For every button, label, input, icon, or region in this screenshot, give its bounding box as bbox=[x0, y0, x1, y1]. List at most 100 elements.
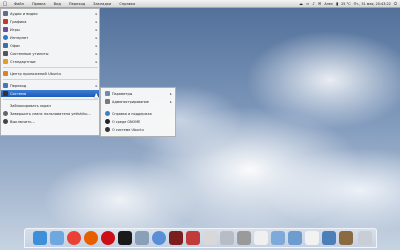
administration-icon bbox=[105, 99, 110, 104]
preview-icon[interactable] bbox=[203, 231, 217, 245]
menu-item-shutdown[interactable]: Выключить... bbox=[1, 118, 99, 125]
chevron-right-icon: ▸ bbox=[95, 83, 98, 88]
terminal-icon[interactable] bbox=[118, 231, 132, 245]
chevron-right-icon: ▸ bbox=[95, 59, 98, 64]
cloud-icon[interactable]: ☁ bbox=[299, 1, 303, 6]
menu-item-accessories[interactable]: Стандартные ▸ bbox=[1, 58, 99, 65]
submenu-item-about-ubuntu[interactable]: О системе Ubuntu bbox=[101, 126, 175, 133]
submenu-item-preferences[interactable]: Параметры ▸ bbox=[101, 90, 175, 97]
menu-bookmarks[interactable]: Закладки bbox=[89, 2, 115, 6]
submenu-item-help[interactable]: Справка и поддержка bbox=[101, 110, 175, 117]
preferences-icon bbox=[105, 91, 110, 96]
shutdown-icon bbox=[3, 119, 8, 124]
games-icon bbox=[3, 27, 8, 32]
accessories-icon bbox=[3, 59, 8, 64]
dictionary-icon[interactable] bbox=[169, 231, 183, 245]
chevron-right-icon: ▸ bbox=[95, 51, 98, 56]
menu-item-internet[interactable]: Интернет ▸ bbox=[1, 34, 99, 41]
calculator-icon[interactable] bbox=[237, 231, 251, 245]
text-editor-icon[interactable] bbox=[254, 231, 268, 245]
weather-status[interactable]: 25 °C bbox=[341, 2, 350, 6]
finder-icon[interactable] bbox=[33, 231, 47, 245]
system-icon bbox=[3, 91, 8, 96]
user-name[interactable]: Алек bbox=[324, 2, 333, 6]
clock[interactable]: Пт., 31 мая, 20:43:22 bbox=[354, 2, 391, 6]
volume-icon[interactable]: ♪ bbox=[312, 1, 315, 6]
scanner-icon[interactable] bbox=[220, 231, 234, 245]
pen-icon[interactable] bbox=[322, 231, 336, 245]
ubuntu-software-center-icon bbox=[3, 71, 8, 76]
dock bbox=[24, 228, 377, 248]
menu-item-label: Игры bbox=[10, 27, 20, 32]
menu-item-label: Аудио и видео bbox=[10, 11, 38, 16]
chevron-right-icon: ▸ bbox=[170, 99, 172, 104]
firefox-icon[interactable] bbox=[84, 231, 98, 245]
power-icon[interactable]: ⏻ bbox=[394, 1, 397, 6]
internet-icon bbox=[3, 35, 8, 40]
menu-item-label: Стандартные bbox=[10, 59, 36, 64]
menu-separator bbox=[3, 79, 98, 80]
app-store-icon[interactable] bbox=[50, 231, 64, 245]
submenu-item-administration[interactable]: Администрирование ▸ bbox=[101, 98, 175, 105]
submenu-item-label: О системе Ubuntu bbox=[112, 127, 144, 132]
audio-video-icon bbox=[3, 11, 8, 16]
menu-item-office[interactable]: Офис ▸ bbox=[1, 42, 99, 49]
gimp-icon[interactable] bbox=[339, 231, 353, 245]
menu-item-label: Интернет bbox=[10, 35, 29, 40]
logout-icon bbox=[3, 111, 8, 116]
menu-separator bbox=[3, 99, 98, 100]
menu-item-label: Завершить сеанс пользователя yetishiku..… bbox=[10, 111, 91, 116]
submenu-item-label: Справка и поддержка bbox=[112, 111, 152, 116]
menu-item-label: Центр приложений Ubuntu bbox=[10, 71, 62, 76]
menu-item-label: Заблокировать экран bbox=[10, 103, 51, 108]
menu-item-label: Офис bbox=[10, 43, 21, 48]
mouse-pointer: ▲ bbox=[94, 92, 99, 99]
menu-item-graphics[interactable]: Графика ▸ bbox=[1, 18, 99, 25]
lock-screen-icon bbox=[3, 103, 8, 108]
menu-item-lock-screen[interactable]: Заблокировать экран bbox=[1, 102, 99, 109]
mail-indicator-icon[interactable]: ✉ bbox=[318, 1, 321, 6]
menu-item-logout[interactable]: Завершить сеанс пользователя yetishiku..… bbox=[1, 110, 99, 117]
itunes-icon[interactable] bbox=[152, 231, 166, 245]
chevron-right-icon: ▸ bbox=[95, 43, 98, 48]
menu-item-system-tools[interactable]: Системные утилиты ▸ bbox=[1, 50, 99, 57]
menu-item-games[interactable]: Игры ▸ bbox=[1, 26, 99, 33]
menu-item-system[interactable]: Система ▸ bbox=[1, 90, 99, 97]
system-tools-icon bbox=[3, 51, 8, 56]
places-icon bbox=[3, 83, 8, 88]
menu-help[interactable]: Справка bbox=[115, 2, 139, 6]
menu-item-label: Система bbox=[10, 91, 27, 96]
photos-icon[interactable] bbox=[135, 231, 149, 245]
trash-icon[interactable] bbox=[358, 231, 372, 245]
chevron-right-icon: ▸ bbox=[95, 11, 98, 16]
wifi-icon[interactable]: ≈ bbox=[306, 1, 309, 6]
submenu-item-label: Администрирование bbox=[112, 99, 149, 104]
battery-icon[interactable]: ▮ bbox=[336, 1, 338, 6]
menu-edit[interactable]: Правка bbox=[28, 2, 50, 6]
menu-separator bbox=[3, 67, 98, 68]
menu-item-software-center[interactable]: Центр приложений Ubuntu bbox=[1, 70, 99, 77]
chrome-icon[interactable] bbox=[67, 231, 81, 245]
photo-booth-icon[interactable] bbox=[186, 231, 200, 245]
menu-file[interactable]: Файл bbox=[10, 2, 28, 6]
apple-menu-icon[interactable]:  bbox=[0, 1, 10, 7]
menu-item-places[interactable]: Переход ▸ bbox=[1, 82, 99, 89]
menu-view[interactable]: Вид bbox=[50, 2, 65, 6]
menu-item-audio-video[interactable]: Аудио и видео ▸ bbox=[1, 10, 99, 17]
system-submenu: Параметры ▸ Администрирование ▸ Справка … bbox=[100, 87, 176, 137]
mail-icon[interactable] bbox=[305, 231, 319, 245]
chevron-right-icon: ▸ bbox=[95, 27, 98, 32]
help-icon bbox=[105, 111, 110, 116]
folder-icon[interactable] bbox=[271, 231, 285, 245]
chevron-right-icon: ▸ bbox=[95, 19, 98, 24]
applications-menu: Аудио и видео ▸ Графика ▸ Игры ▸ Интерне… bbox=[0, 8, 100, 136]
menu-item-label: Переход bbox=[10, 83, 27, 88]
apple-icon bbox=[105, 127, 110, 132]
submenu-item-label: О среде GNOME bbox=[112, 119, 141, 124]
menu-go[interactable]: Переход bbox=[65, 2, 89, 6]
chevron-right-icon: ▸ bbox=[95, 35, 98, 40]
opera-icon[interactable] bbox=[101, 231, 115, 245]
menu-item-label: Графика bbox=[10, 19, 27, 24]
folder-icon[interactable] bbox=[288, 231, 302, 245]
submenu-item-about-gnome[interactable]: О среде GNOME bbox=[101, 118, 175, 125]
